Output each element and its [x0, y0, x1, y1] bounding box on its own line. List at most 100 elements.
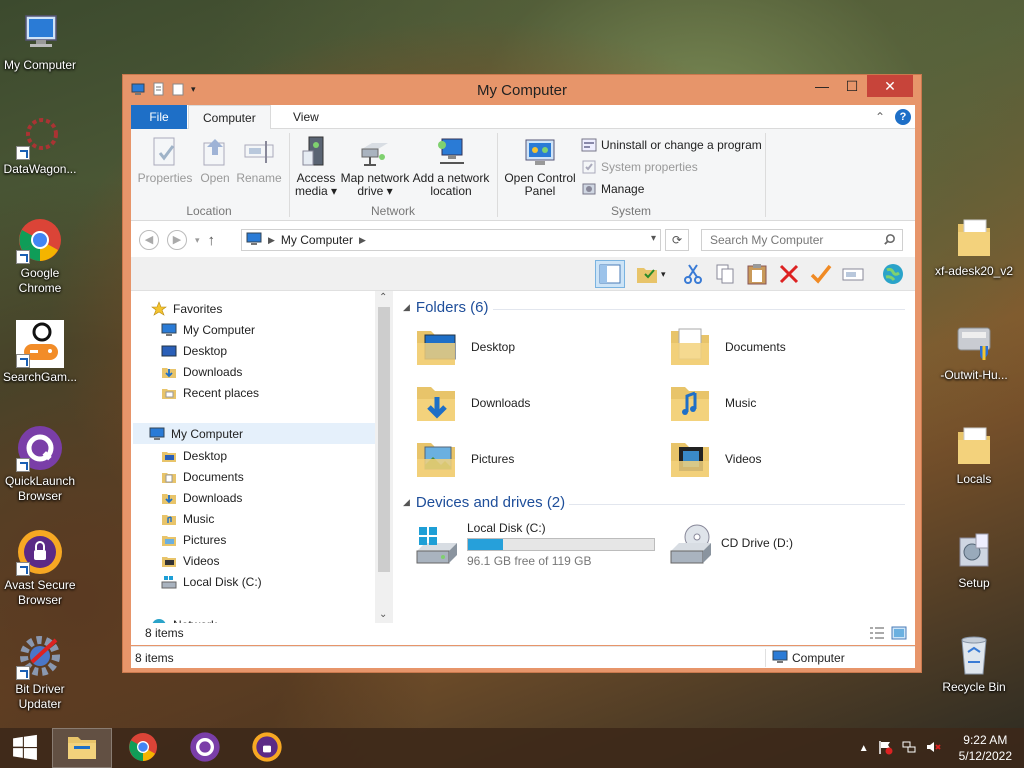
desktop-icon-bit-driver-updater[interactable]: Bit Driver Updater: [0, 632, 80, 712]
forward-button[interactable]: ▶: [167, 230, 187, 250]
maximize-button[interactable]: ☐: [837, 75, 867, 97]
group-header-folders[interactable]: ◢ Folders (6): [403, 299, 488, 316]
taskbar: ▲ 9:22 AM 5/12/2022: [0, 728, 1024, 768]
system-properties-button[interactable]: System properties: [581, 159, 698, 175]
volume-muted-icon[interactable]: [925, 739, 941, 758]
globe-icon[interactable]: [881, 262, 905, 286]
close-button[interactable]: ✕: [867, 75, 913, 97]
navigation-pane-icon[interactable]: [595, 260, 625, 288]
details-view-icon[interactable]: [869, 626, 885, 643]
folder-check-icon[interactable]: [635, 262, 659, 286]
desktop-icon-google-chrome[interactable]: Google Chrome: [0, 216, 80, 296]
search-input[interactable]: Search My Computer: [701, 229, 903, 251]
desktop-icon-searchgames[interactable]: SearchGam...: [0, 320, 80, 385]
rename-icon[interactable]: [841, 262, 865, 286]
desktop-icon-xf-adesk[interactable]: xf-adesk20_v2: [934, 214, 1014, 279]
breadcrumb-separator-icon[interactable]: ▶: [359, 235, 366, 246]
desktop-icon-recycle-bin[interactable]: Recycle Bin: [934, 630, 1014, 695]
clock[interactable]: 9:22 AM 5/12/2022: [959, 732, 1012, 764]
title-bar[interactable]: ▾ My Computer — ☐ ✕: [123, 75, 921, 105]
scrollbar-thumb[interactable]: [378, 307, 390, 572]
desktop-icon-label: SearchGam...: [2, 370, 78, 384]
nav-fav-my-computer[interactable]: My Computer: [161, 322, 255, 338]
open-control-panel-button[interactable]: Open Control Panel: [501, 135, 579, 198]
large-icons-view-icon[interactable]: [891, 626, 907, 643]
help-icon[interactable]: ?: [895, 109, 911, 125]
drive-local-disk-c[interactable]: Local Disk (C:) 96.1 GB free of 119 GB: [413, 519, 661, 569]
open-button[interactable]: Open: [195, 135, 235, 185]
nav-desktop[interactable]: Desktop: [161, 448, 227, 464]
desktop-icon-outwit[interactable]: -Outwit-Hu...: [934, 318, 1014, 383]
nav-videos[interactable]: Videos: [161, 553, 219, 569]
network-status-icon[interactable]: [901, 739, 917, 758]
documents-icon: [161, 469, 177, 485]
nav-fav-recent-places[interactable]: Recent places: [161, 385, 259, 401]
copy-icon[interactable]: [713, 262, 737, 286]
map-network-drive-button[interactable]: Map network drive ▾: [339, 135, 411, 198]
desktop-icon-avast-browser[interactable]: Avast Secure Browser: [0, 528, 80, 608]
scroll-up-icon[interactable]: ⌃: [379, 292, 387, 303]
tab-view[interactable]: View: [279, 105, 333, 129]
items-count-bar: 8 items: [131, 623, 915, 645]
folder-documents[interactable]: Documents: [667, 323, 786, 371]
tab-file[interactable]: File: [131, 105, 187, 129]
folder-music[interactable]: Music: [667, 379, 756, 427]
nav-pictures[interactable]: Pictures: [161, 532, 226, 548]
nav-fav-desktop[interactable]: Desktop: [161, 343, 227, 359]
address-bar[interactable]: ▶ My Computer ▶ ▾: [241, 229, 661, 251]
nav-scrollbar[interactable]: ⌃ ⌄: [375, 291, 393, 626]
desktop-icon-locals[interactable]: Locals: [934, 422, 1014, 487]
add-network-location-button[interactable]: Add a network location: [411, 135, 491, 198]
folder-downloads[interactable]: Downloads: [413, 379, 530, 427]
taskbar-file-explorer[interactable]: [52, 728, 112, 768]
chevron-up-icon[interactable]: ⌃: [875, 110, 885, 124]
desktop-icon-setup[interactable]: Setup: [934, 526, 1014, 591]
datawagon-icon: [16, 112, 64, 160]
manage-button[interactable]: Manage: [581, 181, 644, 197]
back-button[interactable]: ◀: [139, 230, 159, 250]
recent-locations-icon[interactable]: ▾: [195, 235, 200, 246]
rename-button[interactable]: Rename: [235, 135, 283, 185]
nav-my-computer[interactable]: My Computer: [133, 423, 375, 444]
drive-cd-d[interactable]: CD Drive (D:): [667, 519, 867, 569]
nav-favorites[interactable]: Favorites: [151, 301, 222, 317]
taskbar-quicklaunch[interactable]: [175, 728, 235, 768]
chevron-down-icon[interactable]: ▾: [651, 233, 656, 244]
nav-documents[interactable]: Documents: [161, 469, 244, 485]
start-button[interactable]: [0, 728, 50, 768]
avast-icon: [16, 528, 64, 576]
drive-name: CD Drive (D:): [721, 536, 793, 550]
breadcrumb[interactable]: My Computer: [281, 233, 353, 247]
properties-button[interactable]: Properties: [137, 135, 193, 185]
desktop-icon-datawagon[interactable]: DataWagon...: [0, 112, 80, 177]
access-media-button[interactable]: Access media ▾: [293, 135, 339, 198]
group-header-devices-and-drives[interactable]: ◢ Devices and drives (2): [403, 494, 565, 511]
nav-downloads[interactable]: Downloads: [161, 490, 242, 506]
uninstall-program-button[interactable]: Uninstall or change a program: [581, 137, 762, 153]
gamepad-icon: [16, 320, 64, 368]
tab-computer[interactable]: Computer: [188, 105, 271, 130]
folder-pictures[interactable]: Pictures: [413, 435, 514, 483]
cut-icon[interactable]: [681, 262, 705, 286]
action-center-flag-icon[interactable]: [877, 739, 893, 758]
checkmark-icon[interactable]: [809, 262, 833, 286]
delete-icon[interactable]: [777, 262, 801, 286]
taskbar-chrome[interactable]: [113, 728, 173, 768]
show-hidden-icons-icon[interactable]: ▲: [859, 743, 869, 754]
group-divider: [569, 504, 905, 505]
paste-icon[interactable]: [745, 262, 769, 286]
nav-fav-downloads[interactable]: Downloads: [161, 364, 242, 380]
folder-videos[interactable]: Videos: [667, 435, 761, 483]
folder-desktop[interactable]: Desktop: [413, 323, 515, 371]
taskbar-avast[interactable]: [237, 728, 297, 768]
nav-music[interactable]: Music: [161, 511, 214, 527]
desktop-icon-my-computer[interactable]: My Computer: [0, 8, 80, 73]
refresh-button[interactable]: ⟳: [665, 229, 689, 251]
scroll-down-icon[interactable]: ⌄: [379, 609, 387, 620]
desktop-icon-quicklaunch[interactable]: QuickLaunch Browser: [0, 424, 80, 504]
breadcrumb-separator-icon[interactable]: ▶: [268, 235, 275, 246]
up-button[interactable]: ↑: [208, 232, 216, 249]
nav-local-disk[interactable]: Local Disk (C:): [161, 574, 262, 590]
chevron-down-icon[interactable]: ▾: [661, 262, 671, 286]
minimize-button[interactable]: —: [807, 75, 837, 97]
